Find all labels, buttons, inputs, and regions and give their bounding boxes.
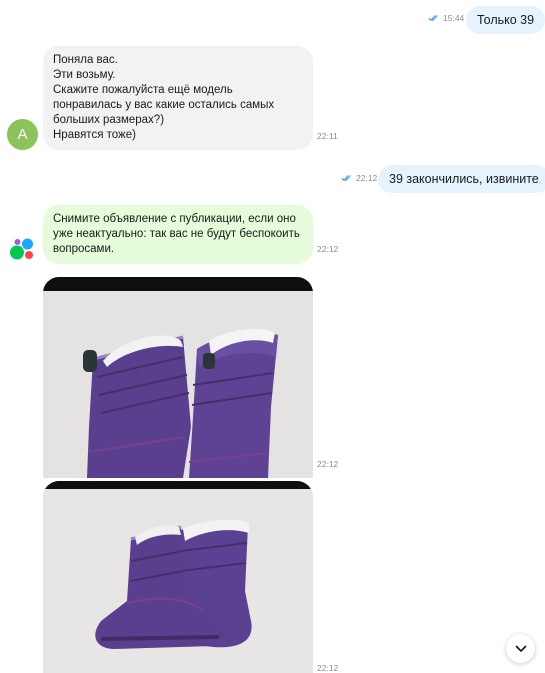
message-meta: 15:44: [428, 13, 464, 23]
avatar[interactable]: А: [7, 119, 38, 150]
avatar-letter: А: [17, 126, 28, 143]
message-time: 22:11: [317, 131, 338, 141]
double-check-icon: [428, 15, 438, 22]
message-time: 15:44: [443, 13, 465, 23]
message-line: Снимите объявление с публикации, если он…: [53, 213, 296, 225]
message-line: понравилась у вас какие остались самых: [53, 99, 275, 111]
message-line: уже неактуально: так вас не будут беспок…: [53, 228, 300, 240]
message-time: 22:12: [356, 173, 378, 183]
message-time: 22:12: [317, 663, 339, 673]
message-text: Только 39: [477, 13, 535, 27]
chat-area[interactable]: 15:44 Только 39 Поняла вас. Эти возьму. …: [0, 0, 545, 673]
incoming-message[interactable]: Поняла вас. Эти возьму. Скажите пожалуйс…: [43, 46, 313, 150]
boots-photo: [43, 277, 313, 478]
photo-message[interactable]: [43, 277, 313, 478]
message-line: вопросами.: [53, 243, 115, 255]
message-meta: 22:12: [341, 173, 377, 183]
avito-logo-icon: [10, 238, 33, 260]
message-text: 39 закончились, извините: [389, 172, 539, 186]
chevron-down-icon: [515, 645, 526, 652]
message-line: Скажите пожалуйста ещё модель: [53, 84, 233, 96]
photo-message[interactable]: [43, 481, 313, 673]
message-line: Поняла вас.: [53, 54, 118, 66]
scroll-down-button[interactable]: [506, 634, 535, 663]
message-line: Эти возьму.: [53, 69, 116, 81]
message-line: Нравятся тоже): [53, 129, 136, 141]
message-time: 22:12: [317, 244, 339, 254]
double-check-icon: [341, 175, 351, 182]
boots-photo: [43, 481, 313, 673]
outgoing-message[interactable]: 39 закончились, извините: [378, 165, 545, 193]
message-time: 22:12: [317, 459, 339, 469]
message-line: больших размерах?): [53, 114, 165, 126]
outgoing-message[interactable]: Только 39: [466, 6, 545, 34]
system-message[interactable]: Снимите объявление с публикации, если он…: [43, 205, 313, 264]
